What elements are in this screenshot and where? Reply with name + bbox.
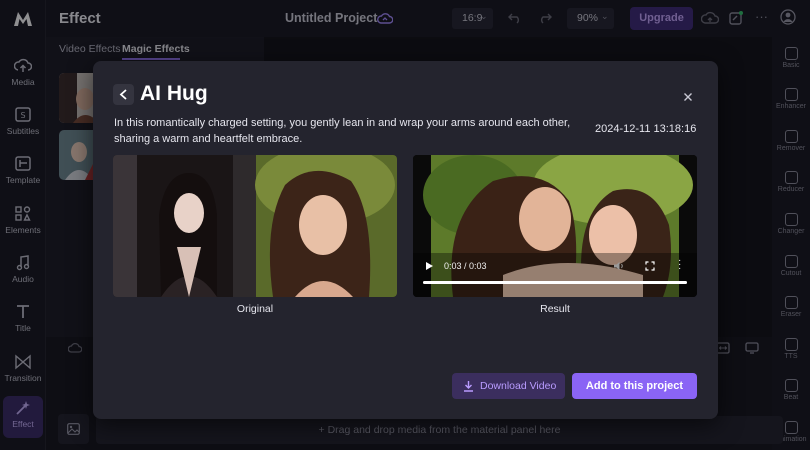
back-button[interactable]: [113, 84, 134, 105]
download-icon: [464, 381, 473, 392]
dialog-description: In this romantically charged setting, yo…: [114, 117, 571, 145]
created-timestamp: 2024-12-11 13:18:16: [595, 123, 697, 135]
download-video-button[interactable]: Download Video: [452, 373, 565, 399]
fullscreen-icon[interactable]: [645, 261, 655, 271]
more-options-icon[interactable]: · · ·: [678, 256, 681, 274]
play-icon[interactable]: [425, 261, 434, 271]
chevron-left-icon: [119, 89, 127, 100]
dialog-title: AI Hug: [140, 82, 208, 105]
download-label: Download Video: [480, 380, 557, 392]
original-image: [113, 155, 397, 297]
volume-icon[interactable]: [613, 261, 625, 271]
video-progress-track[interactable]: [423, 281, 687, 284]
result-caption: Result: [540, 303, 570, 315]
result-video[interactable]: 0:03 / 0:03 · · ·: [413, 155, 697, 297]
video-time: 0:03 / 0:03: [444, 261, 487, 271]
original-caption: Original: [236, 303, 274, 315]
add-to-project-button[interactable]: Add to this project: [572, 373, 697, 399]
video-progress-fill: [423, 281, 687, 284]
close-icon[interactable]: [681, 90, 695, 104]
